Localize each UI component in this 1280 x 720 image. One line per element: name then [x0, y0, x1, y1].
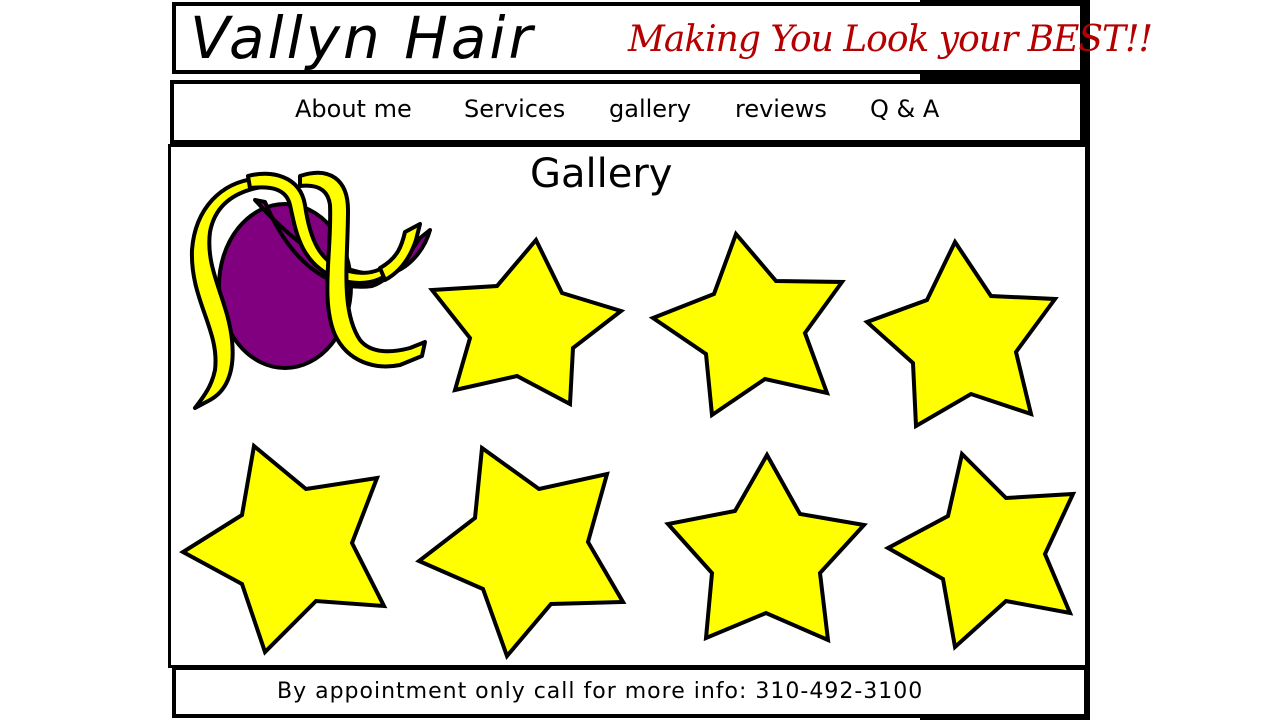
nav-item-reviews[interactable]: reviews: [735, 94, 827, 124]
nav-item-q-and-a[interactable]: Q & A: [870, 94, 939, 124]
footer-contact-text: By appointment only call for more info: …: [277, 679, 924, 704]
tagline: Making You Look your BEST!!: [628, 19, 1153, 60]
site-logo[interactable]: Vallyn Hair: [190, 2, 535, 74]
nav-item-about-me[interactable]: About me: [295, 94, 412, 124]
nav-item-services[interactable]: Services: [464, 94, 565, 124]
nav-item-gallery[interactable]: gallery: [609, 94, 691, 124]
gallery-title: Gallery: [530, 151, 673, 197]
